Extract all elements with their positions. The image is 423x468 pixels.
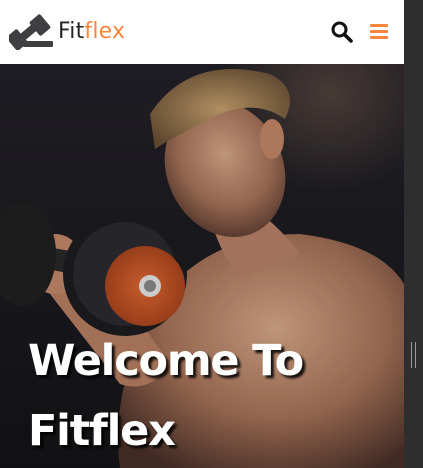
hero-title-line-2: Fitflex: [28, 406, 176, 456]
hero-banner: Welcome To Fitflex: [0, 64, 404, 468]
search-button[interactable]: [330, 20, 354, 44]
brand-name-fit: Fit: [58, 19, 85, 44]
hero-title: Welcome To Fitflex: [28, 326, 304, 466]
dumbbell-logo-icon: [9, 14, 53, 50]
hero-title-line-1: Welcome To: [28, 336, 304, 386]
scrollbar[interactable]: [404, 0, 423, 468]
brand-name: Fitflex: [58, 14, 125, 50]
search-icon: [331, 21, 353, 43]
page: Fitflex Welcome To Fitflex: [0, 0, 404, 468]
menu-button[interactable]: [369, 21, 390, 41]
brand-name-flex: flex: [84, 19, 126, 44]
scrollbar-grip[interactable]: [411, 342, 416, 368]
logo-link[interactable]: Fitflex: [9, 14, 125, 50]
hamburger-menu-icon: [370, 24, 388, 39]
navbar: Fitflex: [0, 0, 404, 64]
